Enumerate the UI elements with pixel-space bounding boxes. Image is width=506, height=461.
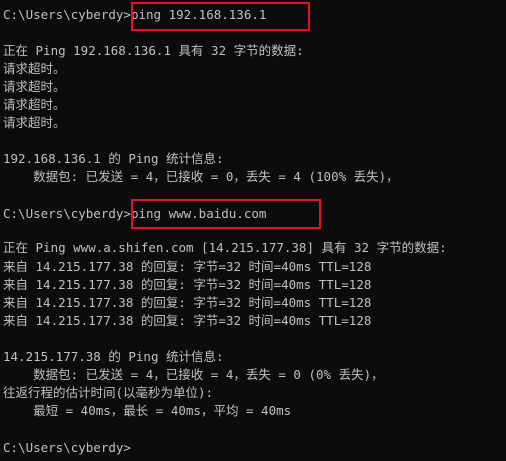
reply-line: 请求超时。 bbox=[3, 115, 66, 130]
reply-line: 请求超时。 bbox=[3, 79, 66, 94]
rtt-title: 往返行程的估计时间(以毫秒为单位): bbox=[3, 385, 214, 400]
command-prompt-console[interactable]: C:\Users\cyberdy>ping 192.168.136.1 正在 P… bbox=[0, 0, 506, 461]
ping-header: 正在 Ping www.a.shifen.com [14.215.177.38]… bbox=[3, 240, 447, 255]
prompt-path: C:\Users\cyberdy> bbox=[3, 440, 131, 455]
reply-line: 来自 14.215.177.38 的回复: 字节=32 时间=40ms TTL=… bbox=[3, 313, 372, 328]
prompt-path: C:\Users\cyberdy> bbox=[3, 7, 131, 22]
rtt-values: 最短 = 40ms，最长 = 40ms，平均 = 40ms bbox=[3, 403, 292, 418]
reply-line: 请求超时。 bbox=[3, 97, 66, 112]
current-prompt[interactable]: C:\Users\cyberdy> bbox=[3, 439, 131, 457]
stats-packets: 数据包: 已发送 = 4，已接收 = 4，丢失 = 0 (0% 丢失)， bbox=[3, 367, 384, 382]
stats-packets: 数据包: 已发送 = 4，已接收 = 0，丢失 = 4 (100% 丢失)， bbox=[3, 169, 399, 184]
reply-line: 来自 14.215.177.38 的回复: 字节=32 时间=40ms TTL=… bbox=[3, 277, 372, 292]
ping-header: 正在 Ping 192.168.136.1 具有 32 字节的数据: bbox=[3, 43, 304, 58]
stats-title: 192.168.136.1 的 Ping 统计信息: bbox=[3, 151, 224, 166]
stats-title: 14.215.177.38 的 Ping 统计信息: bbox=[3, 349, 224, 364]
command-highlight-box bbox=[131, 199, 321, 229]
reply-line: 来自 14.215.177.38 的回复: 字节=32 时间=40ms TTL=… bbox=[3, 259, 372, 274]
prompt-path: C:\Users\cyberdy> bbox=[3, 206, 131, 221]
reply-line: 来自 14.215.177.38 的回复: 字节=32 时间=40ms TTL=… bbox=[3, 295, 372, 310]
command-highlight-box bbox=[131, 2, 310, 31]
reply-line: 请求超时。 bbox=[3, 61, 66, 76]
